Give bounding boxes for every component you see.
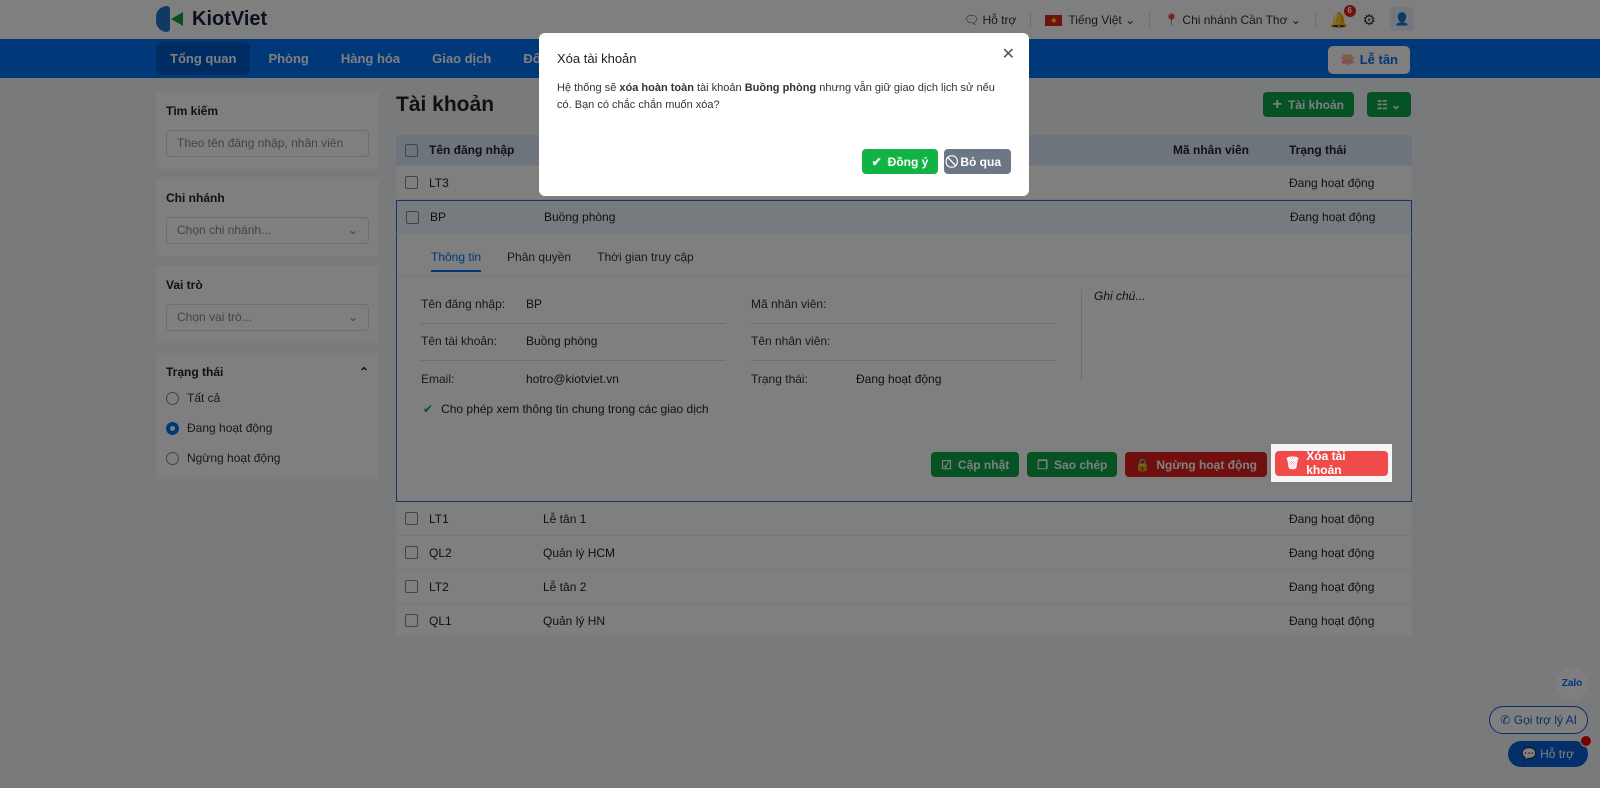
delete-account-button[interactable]: 🗑 Xóa tài khoản <box>1275 449 1388 477</box>
cancel-button[interactable]: ⃠Bỏ qua <box>944 149 1011 174</box>
close-icon[interactable]: ✕ <box>1002 44 1015 64</box>
confirm-button[interactable]: ✔ Đồng ý <box>861 149 939 174</box>
delete-highlight: 🗑 Xóa tài khoản <box>1271 444 1392 482</box>
msg-account-name: Buồng phòng <box>744 82 817 94</box>
dialog-message: Hệ thống sẽ xóa hoàn toàn tài khoản Buồn… <box>557 80 1011 114</box>
msg-bold: xóa hoàn toàn <box>619 82 694 94</box>
cancel-label: Bỏ qua <box>960 154 1001 169</box>
msg-part: tài khoản <box>693 82 745 94</box>
dialog-title: Xóa tài khoản <box>557 51 637 66</box>
msg-part: Hệ thống sẽ <box>557 82 620 94</box>
delete-label: Xóa tài khoản <box>1306 449 1346 477</box>
delete-confirm-dialog: Xóa tài khoản ✕ Hệ thống sẽ xóa hoàn toà… <box>539 33 1029 196</box>
trash-icon: 🗑 <box>1285 456 1301 470</box>
check-icon: ✔ <box>871 154 882 169</box>
confirm-label: Đồng ý <box>887 154 929 169</box>
